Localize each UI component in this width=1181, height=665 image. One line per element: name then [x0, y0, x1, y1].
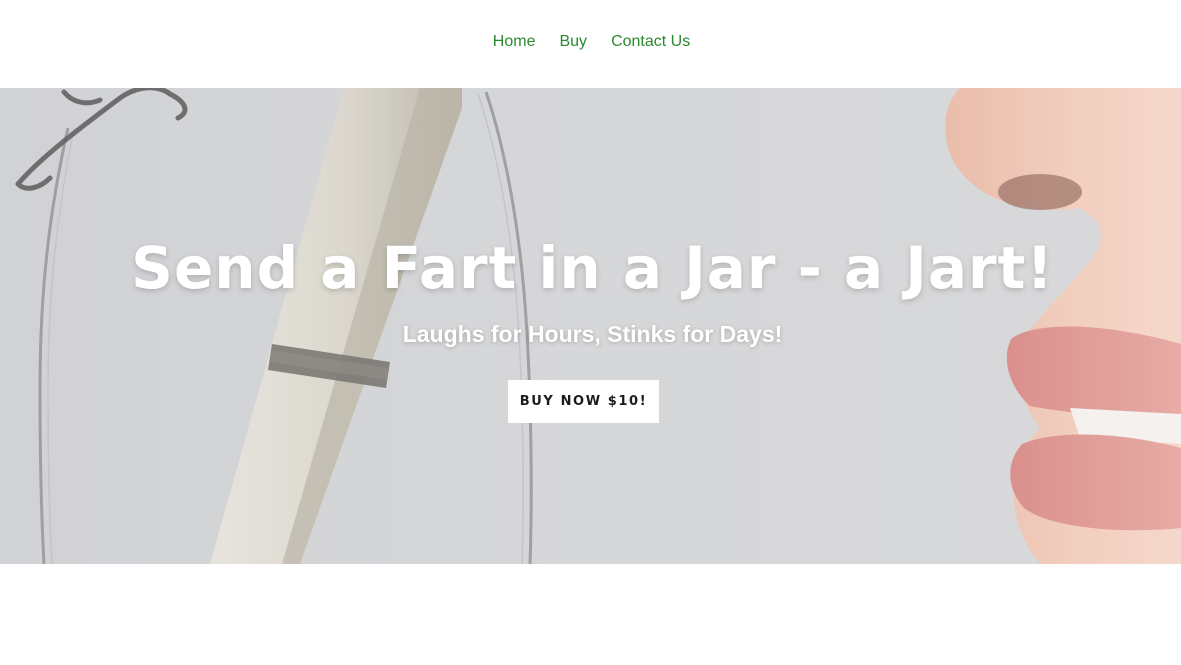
hero-subheadline: Laughs for Hours, Stinks for Days!	[402, 321, 783, 347]
buy-now-button[interactable]: BUY NOW $10!	[508, 380, 659, 423]
nav-links: Home Buy Contact Us	[0, 32, 1181, 52]
hero-banner: Send a Fart in a Jar - a Jart! Laughs fo…	[0, 88, 1181, 564]
nav-link-contact-us[interactable]: Contact Us	[611, 32, 690, 52]
nav-link-home[interactable]: Home	[493, 32, 536, 52]
content-area	[0, 564, 1181, 665]
nav-link-buy[interactable]: Buy	[559, 32, 587, 52]
top-navigation: Home Buy Contact Us	[0, 0, 1181, 88]
hero-headline: Send a Fart in a Jar - a Jart!	[131, 234, 1054, 302]
